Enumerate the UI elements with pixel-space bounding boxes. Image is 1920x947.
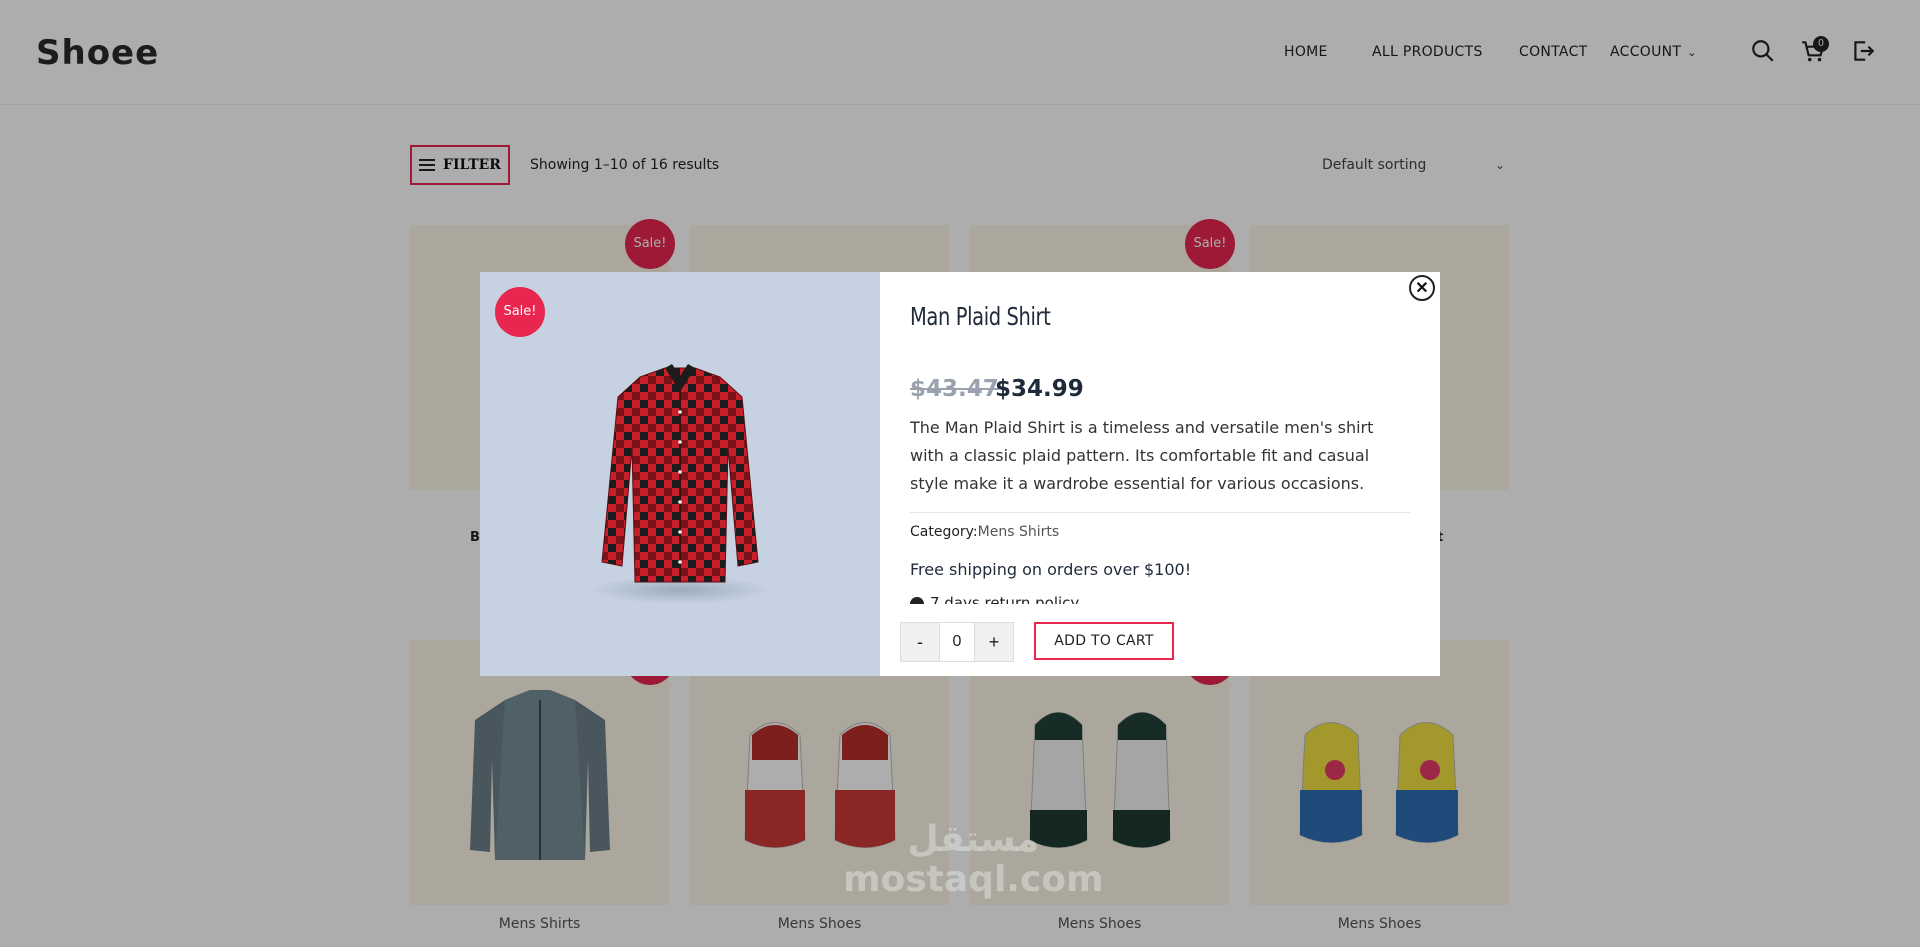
product-description: The Man Plaid Shirt is a timeless and ve…	[910, 418, 1374, 493]
plaid-shirt-image	[590, 364, 770, 604]
close-icon: ✕	[1415, 280, 1429, 297]
qty-increase-button[interactable]: +	[975, 623, 1013, 661]
watermark: مستقل mostaql.com	[843, 820, 1104, 900]
sale-price: $34.99	[995, 376, 1084, 402]
close-button[interactable]: ✕	[1409, 275, 1435, 301]
category-link[interactable]: Mens Shirts	[978, 524, 1060, 540]
qty-input[interactable]: 0	[939, 623, 975, 661]
old-price: $43.47	[910, 376, 999, 402]
return-policy-text: 7 days return policy	[930, 594, 1080, 604]
category-label: Category:	[910, 524, 978, 540]
modal-details: ✕ Man Plaid Shirt $43.47 $34.99 The Man …	[880, 272, 1440, 676]
info-icon	[910, 596, 924, 604]
divider	[910, 512, 1410, 513]
watermark-arabic: مستقل	[907, 819, 1040, 860]
qty-decrease-button[interactable]: -	[901, 623, 939, 661]
watermark-url: mostaql.com	[843, 859, 1104, 900]
modal-product-image: Sale!	[480, 272, 880, 676]
product-category-line: Category:Mens Shirts	[910, 524, 1059, 540]
return-policy: 7 days return policy	[910, 594, 1079, 604]
add-to-cart-button[interactable]: ADD TO CART	[1034, 622, 1174, 660]
product-title: Man Plaid Shirt	[910, 302, 1051, 331]
quantity-stepper: - 0 +	[900, 622, 1014, 662]
quick-view-modal: Sale! ✕ Man Plaid Shirt $43.47 $34.99 Th…	[480, 272, 1440, 676]
shipping-note: Free shipping on orders over $100!	[910, 560, 1192, 579]
sale-badge: Sale!	[495, 287, 545, 337]
